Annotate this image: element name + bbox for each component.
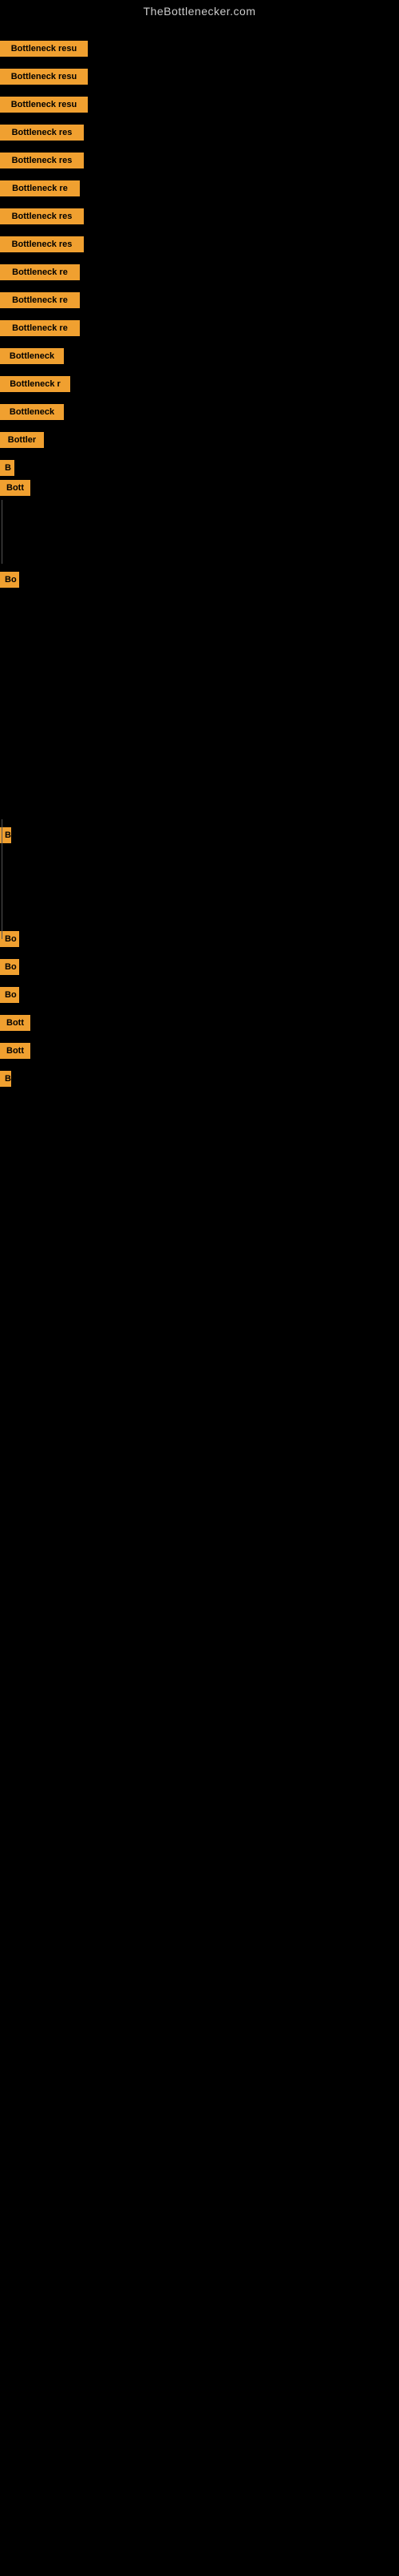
- bottleneck-button-4[interactable]: Bottleneck res: [0, 153, 84, 168]
- bottleneck-button-8[interactable]: Bottleneck re: [0, 264, 80, 280]
- bottleneck-button-9[interactable]: Bottleneck re: [0, 292, 80, 308]
- bottleneck-button-12[interactable]: Bottleneck r: [0, 376, 70, 392]
- button-container: Bottleneck resu Bottleneck resu Bottleneck…: [0, 21, 399, 2576]
- bottleneck-button-15[interactable]: B: [0, 460, 14, 476]
- bottleneck-button-23[interactable]: Bott: [0, 1043, 30, 1059]
- bottleneck-button-2[interactable]: Bottleneck resu: [0, 97, 88, 113]
- bottleneck-button-3[interactable]: Bottleneck res: [0, 125, 84, 141]
- bottleneck-button-1[interactable]: Bottleneck resu: [0, 69, 88, 85]
- bottleneck-button-11[interactable]: Bottleneck: [0, 348, 64, 364]
- bottleneck-button-14[interactable]: Bottler: [0, 432, 44, 448]
- bottleneck-button-20[interactable]: Bo: [0, 959, 19, 975]
- bottleneck-button-10[interactable]: Bottleneck re: [0, 320, 80, 336]
- bottleneck-button-7[interactable]: Bottleneck res: [0, 236, 84, 252]
- bottleneck-button-17[interactable]: Bo: [0, 572, 19, 588]
- site-title: TheBottlenecker.com: [0, 0, 399, 21]
- bottleneck-button-19[interactable]: Bo: [0, 931, 19, 947]
- bottleneck-button-5[interactable]: Bottleneck re: [0, 180, 80, 196]
- bottleneck-button-13[interactable]: Bottleneck: [0, 404, 64, 420]
- bottleneck-button-22[interactable]: Bott: [0, 1015, 30, 1031]
- bottleneck-button-24[interactable]: B: [0, 1071, 11, 1087]
- bottleneck-button-21[interactable]: Bo: [0, 987, 19, 1003]
- bottleneck-button-16[interactable]: Bott: [0, 480, 30, 496]
- bottleneck-button-0[interactable]: Bottleneck resu: [0, 41, 88, 57]
- bottleneck-button-6[interactable]: Bottleneck res: [0, 208, 84, 224]
